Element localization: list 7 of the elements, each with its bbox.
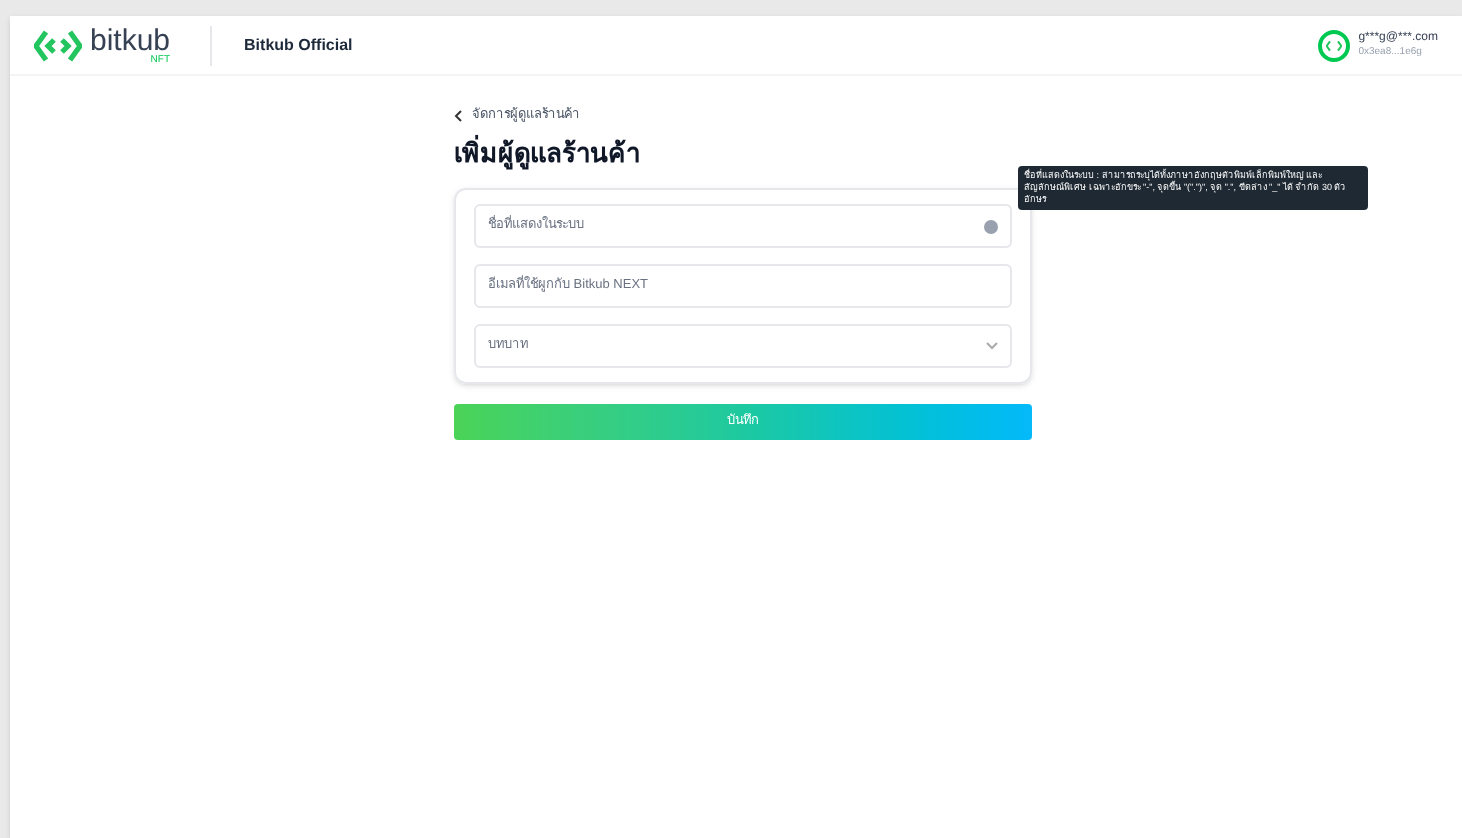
page-header-title: Bitkub Official — [244, 33, 353, 57]
avatar-icon — [1318, 29, 1351, 61]
page-title: เพิ่มผู้ดูแลร้านค้า — [454, 133, 642, 173]
brand-name: bitkub — [90, 25, 171, 55]
logo-icon — [34, 29, 82, 61]
chevron-down-icon — [986, 342, 998, 351]
back-chevron-icon — [454, 109, 464, 122]
